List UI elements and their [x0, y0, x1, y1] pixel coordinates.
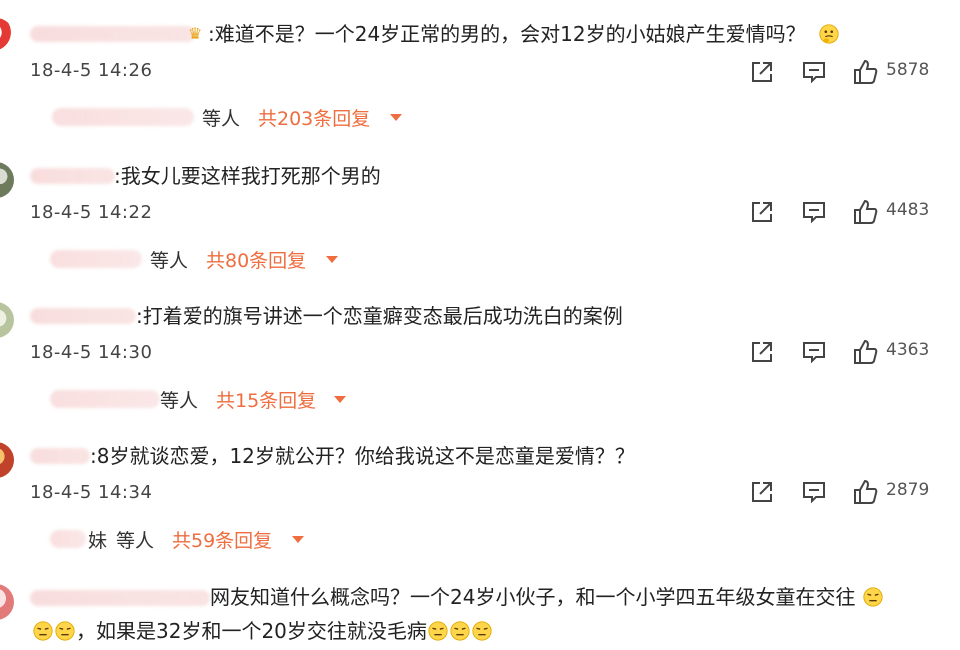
- share-icon[interactable]: [748, 338, 776, 366]
- reply-count-link[interactable]: 共59条回复: [172, 526, 272, 553]
- replier-name-suffix: 妹: [88, 530, 108, 552]
- reply-summary[interactable]: 妹 等人 共59条回复: [0, 526, 320, 552]
- avatar[interactable]: [0, 18, 14, 54]
- thinking-face-emoji: [428, 621, 448, 641]
- others-label: 等人: [150, 250, 189, 272]
- caret-down-icon[interactable]: [334, 396, 346, 403]
- thinking-face-emoji: [863, 587, 883, 607]
- thinking-face-emoji: [450, 621, 470, 641]
- username-blurred[interactable]: [30, 168, 115, 184]
- thumbs-up-icon[interactable]: [852, 58, 880, 86]
- comment-text: :难道不是？一个24岁正常的男的，会对12岁的小姑娘产生爱情吗？: [208, 21, 840, 47]
- comment-timestamp: 18-4-5 14:34: [30, 482, 153, 503]
- like-count: 4483: [886, 200, 930, 220]
- comment-text-line1: 网友知道什么概念吗？一个24岁小伙子，和一个小学四五年级女童在交往: [210, 584, 884, 610]
- username-blurred[interactable]: [30, 590, 210, 606]
- reply-summary[interactable]: 等人 共15条回复: [0, 386, 360, 412]
- caret-down-icon[interactable]: [292, 536, 304, 543]
- comment-icon[interactable]: [800, 58, 828, 86]
- thumbs-up-icon[interactable]: [852, 338, 880, 366]
- like-count: 5878: [886, 60, 930, 80]
- comment-timestamp: 18-4-5 14:22: [30, 202, 153, 223]
- comment-item: :我女儿要这样我打死那个男的 18-4-5 14:22 4483 等人 共80条…: [0, 142, 960, 282]
- avatar[interactable]: [0, 442, 14, 478]
- comment-timestamp: 18-4-5 14:30: [30, 342, 153, 363]
- comment-item: ♛ :难道不是？一个24岁正常的男的，会对12岁的小姑娘产生爱情吗？ 18-4-…: [0, 0, 960, 140]
- avatar[interactable]: [0, 584, 14, 620]
- reply-summary[interactable]: 等人 共80条回复: [0, 246, 360, 272]
- comment-item: :打着爱的旗号讲述一个恋童癖变态最后成功洗白的案例 18-4-5 14:30 4…: [0, 282, 960, 422]
- thinking-face-emoji: [55, 621, 75, 641]
- username-blurred[interactable]: [30, 308, 136, 324]
- thinking-face-emoji: [33, 621, 53, 641]
- reply-count-link[interactable]: 共15条回复: [216, 386, 316, 413]
- comment-icon[interactable]: [800, 338, 828, 366]
- reply-count-link[interactable]: 共80条回复: [206, 246, 306, 273]
- share-icon[interactable]: [748, 478, 776, 506]
- caret-down-icon[interactable]: [390, 114, 402, 121]
- thumbs-up-icon[interactable]: [852, 198, 880, 226]
- share-icon[interactable]: [748, 198, 776, 226]
- like-count: 2879: [886, 480, 930, 500]
- comment-text: :8岁就谈恋爱，12岁就公开？你给我说这不是恋童是爱情？？: [90, 444, 635, 468]
- caret-down-icon[interactable]: [326, 256, 338, 263]
- replier-names-blurred: [50, 390, 160, 408]
- comment-text: :我女儿要这样我打死那个男的: [114, 164, 381, 188]
- like-count: 4363: [886, 340, 930, 360]
- username-blurred[interactable]: [30, 26, 195, 42]
- others-label: 等人: [116, 530, 155, 552]
- reply-count-link[interactable]: 共203条回复: [258, 104, 370, 131]
- thumbs-up-icon[interactable]: [852, 478, 880, 506]
- thinking-face-emoji: [819, 24, 839, 44]
- share-icon[interactable]: [748, 58, 776, 86]
- comment-icon[interactable]: [800, 478, 828, 506]
- comment-item: 网友知道什么概念吗？一个24岁小伙子，和一个小学四五年级女童在交往 ，如果是32…: [0, 566, 960, 650]
- replier-names-blurred: [52, 108, 194, 126]
- thinking-face-emoji: [472, 621, 492, 641]
- avatar[interactable]: [0, 302, 14, 338]
- comment-item: :8岁就谈恋爱，12岁就公开？你给我说这不是恋童是爱情？？ 18-4-5 14:…: [0, 422, 960, 562]
- others-label: 等人: [202, 108, 241, 130]
- avatar[interactable]: [0, 162, 14, 198]
- comment-text-line2: ，如果是32岁和一个20岁交往就没毛病: [32, 618, 493, 644]
- comment-text: :打着爱的旗号讲述一个恋童癖变态最后成功洗白的案例: [136, 304, 623, 328]
- username-blurred[interactable]: [30, 448, 90, 464]
- others-label: 等人: [160, 390, 199, 412]
- comment-icon[interactable]: [800, 198, 828, 226]
- comment-timestamp: 18-4-5 14:26: [30, 60, 153, 81]
- vip-crown-icon: ♛: [188, 24, 203, 43]
- reply-summary[interactable]: 等人 共203条回复: [0, 104, 420, 130]
- replier-names-blurred: [50, 250, 142, 268]
- replier-names-blurred: [50, 530, 86, 548]
